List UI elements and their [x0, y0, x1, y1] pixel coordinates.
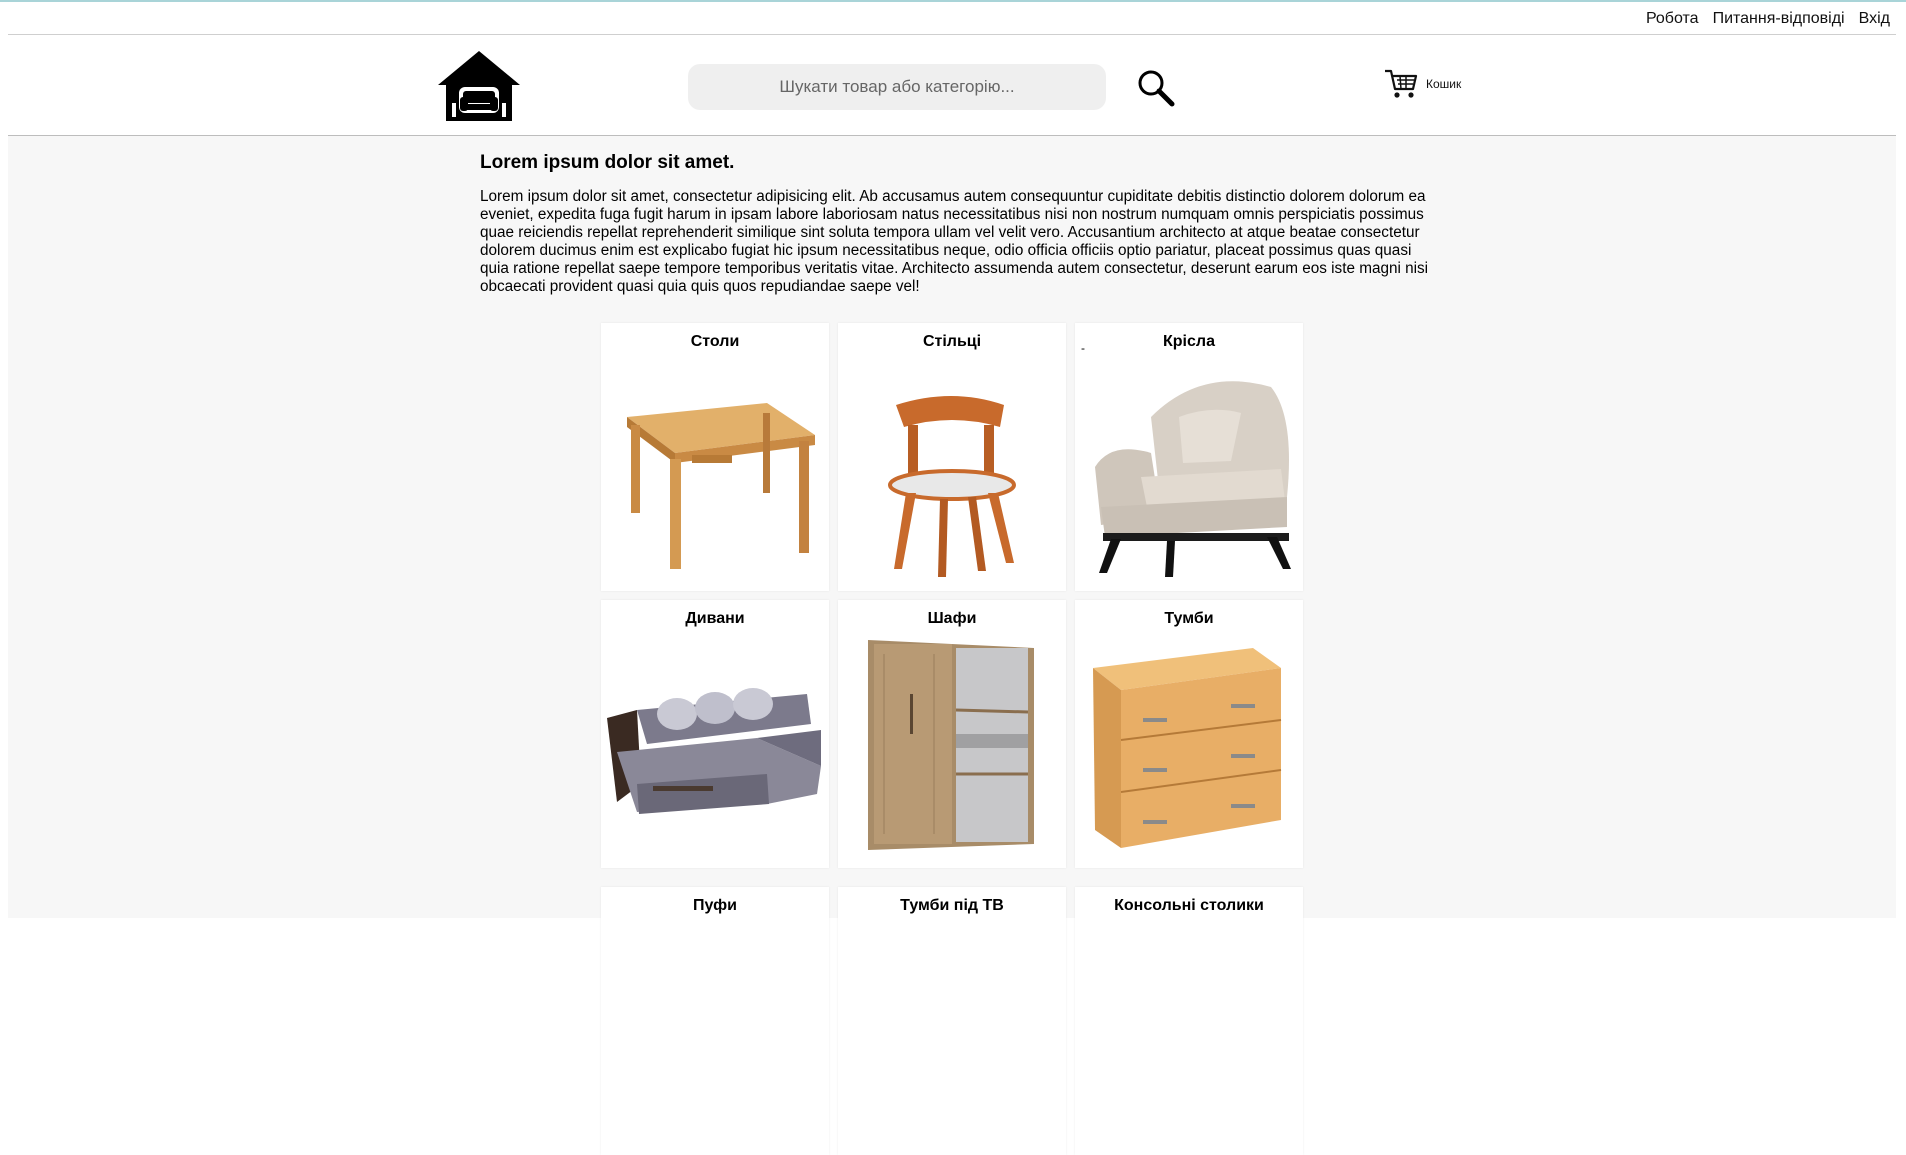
- site-header: Кошик: [8, 35, 1896, 136]
- category-title: Столи: [690, 333, 740, 350]
- intro-section: Lorem ipsum dolor sit amet. Lorem ipsum …: [480, 152, 1430, 296]
- search-input[interactable]: [688, 64, 1106, 110]
- top-links: Робота Питання-відповіді Вхід: [1646, 10, 1890, 28]
- main-content: Lorem ipsum dolor sit amet. Lorem ipsum …: [8, 136, 1896, 1155]
- category-title: Тумби під ТВ: [900, 897, 1004, 914]
- nav-link-login[interactable]: Вхід: [1859, 10, 1890, 28]
- cart-label: Кошик: [1426, 77, 1462, 91]
- category-card-chairs[interactable]: Стільці: [838, 323, 1066, 591]
- category-title: Шафи: [927, 610, 977, 627]
- category-title: Пуфи: [692, 897, 738, 914]
- home-logo-icon[interactable]: [436, 49, 522, 123]
- category-card-tv-stands[interactable]: Тумби під ТВ: [838, 887, 1066, 1155]
- category-card-tables[interactable]: Столи: [601, 323, 829, 591]
- intro-text: Lorem ipsum dolor sit amet, consectetur …: [480, 188, 1429, 295]
- category-title: Крісла: [1163, 333, 1215, 350]
- intro-title: Lorem ipsum dolor sit amet.: [480, 152, 735, 173]
- category-card-poufs[interactable]: Пуфи: [601, 887, 829, 1155]
- category-card-wardrobes[interactable]: Шафи: [838, 600, 1066, 868]
- cart-button[interactable]: Кошик: [1384, 68, 1461, 100]
- category-title: Дивани: [685, 610, 745, 627]
- top-navigation: Робота Питання-відповіді Вхід: [8, 2, 1896, 35]
- cart-icon: [1385, 69, 1418, 98]
- search-icon[interactable]: [1136, 68, 1176, 108]
- nav-link-faq[interactable]: Питання-відповіді: [1713, 10, 1845, 28]
- category-title: Консольні столики: [1114, 897, 1264, 914]
- nav-link-work[interactable]: Робота: [1646, 10, 1699, 28]
- category-card-dressers[interactable]: Тумби: [1075, 600, 1303, 868]
- chair-icon: [888, 396, 1016, 577]
- category-card-console-tables[interactable]: Консольні столики: [1075, 887, 1303, 1155]
- category-card-sofas[interactable]: Дивани: [601, 600, 829, 868]
- sofa-icon: [607, 688, 821, 814]
- table-icon: [627, 403, 815, 569]
- category-title: Тумби: [1164, 610, 1214, 627]
- category-title: Стільці: [922, 333, 982, 350]
- dresser-icon: [1093, 648, 1282, 848]
- marker-dash: -: [1081, 341, 1085, 355]
- wardrobe-icon: [868, 640, 1034, 850]
- armchair-icon: [1095, 381, 1291, 577]
- category-card-armchairs[interactable]: Крісла -: [1075, 323, 1303, 591]
